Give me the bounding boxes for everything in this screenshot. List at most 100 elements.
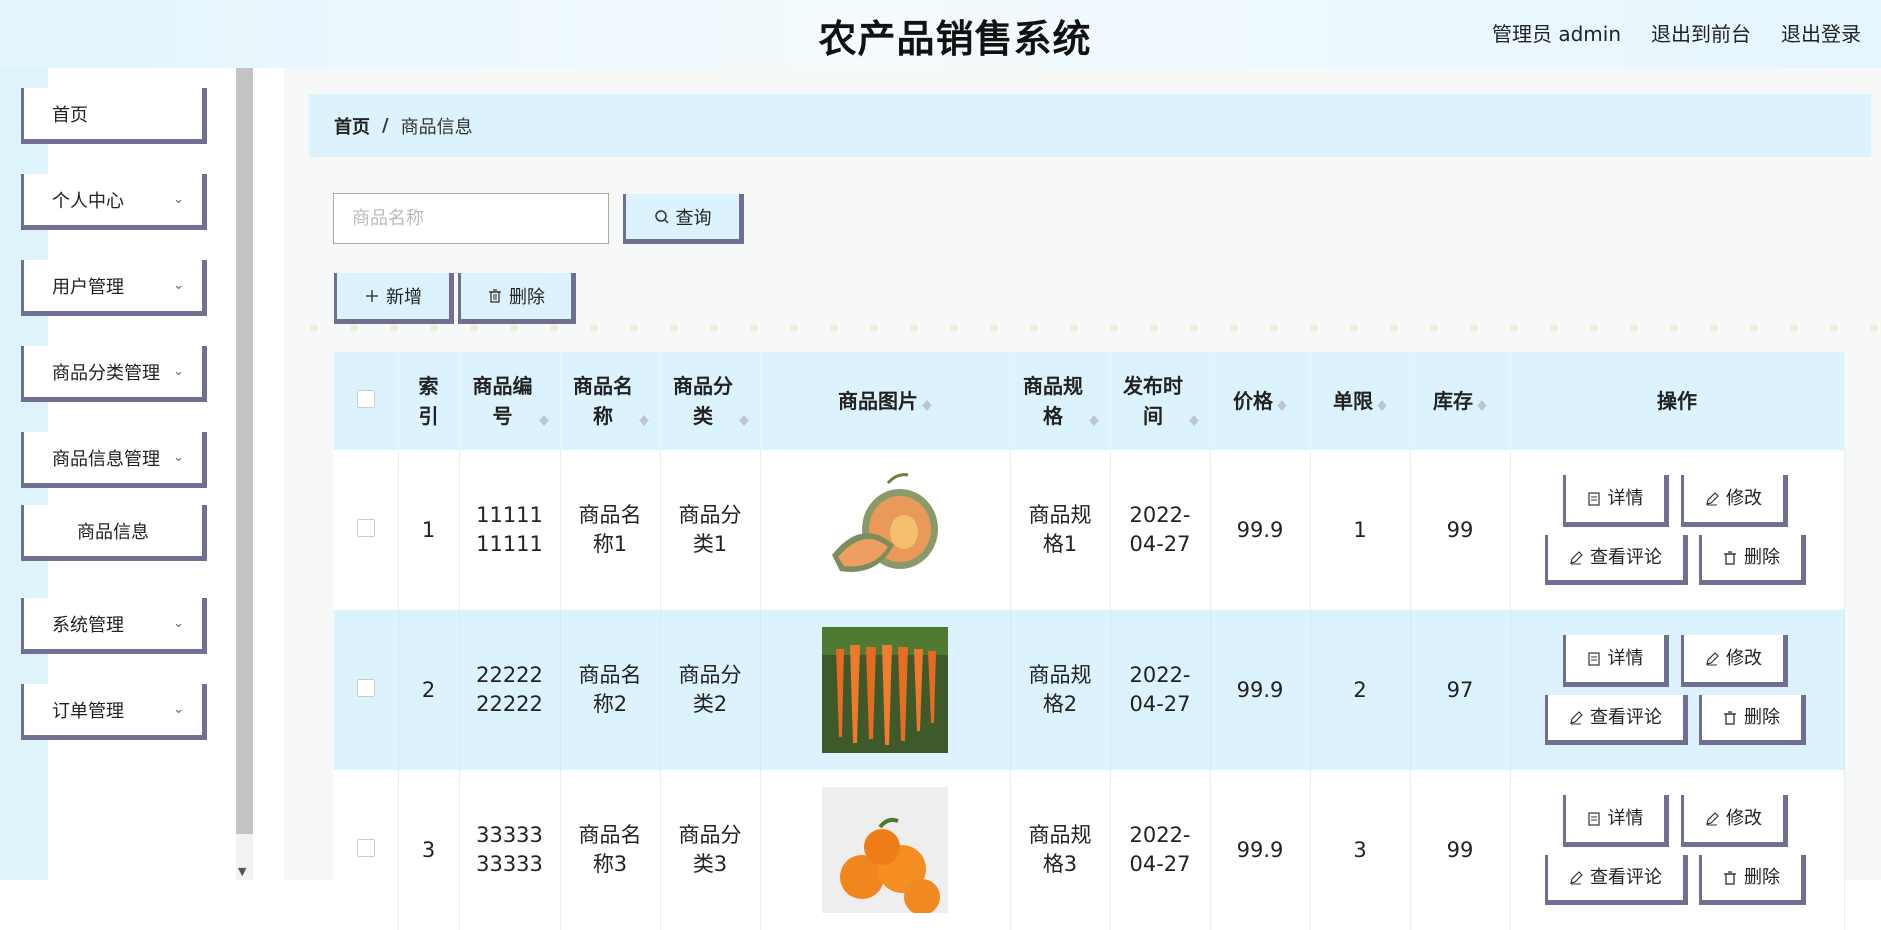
cell-index: 3: [398, 770, 460, 930]
back-to-front-link[interactable]: 退出到前台: [1651, 18, 1751, 47]
row-checkbox[interactable]: [356, 678, 375, 697]
cell-date: 2022-04-27: [1110, 450, 1211, 610]
select-all-cell[interactable]: [334, 352, 399, 450]
column-header-price[interactable]: 价格: [1210, 352, 1311, 450]
table-row: 3 3333333333 商品名称3 商品分类3 商品规格3 2022-04-2…: [334, 770, 1845, 930]
column-header-spec[interactable]: 商品规格: [1010, 352, 1111, 450]
admin-label[interactable]: 管理员 admin: [1492, 18, 1621, 47]
document-icon: [1587, 651, 1600, 666]
query-button-label: 查询: [675, 207, 712, 229]
pencil-icon: [1570, 710, 1583, 724]
cell-code: 1111111111: [459, 450, 561, 610]
table-row: 1 1111111111 商品名称1 商品分类1 商品规格1 2022-04-2…: [334, 450, 1845, 610]
cell-category: 商品分类2: [660, 610, 761, 770]
product-image-carrots[interactable]: [822, 627, 948, 753]
column-header-date[interactable]: 发布时间: [1110, 352, 1211, 450]
column-header-stock[interactable]: 库存: [1410, 352, 1511, 450]
row-select-cell[interactable]: [334, 610, 399, 770]
column-header-limit[interactable]: 单限: [1310, 352, 1411, 450]
pencil-icon: [1706, 811, 1719, 825]
column-header-ops: 操作: [1510, 352, 1845, 450]
sort-icon[interactable]: [739, 410, 749, 426]
product-table: 索引 商品编号 商品名称 商品分类 商品图片 商品规格 发布时间 价格 单限 库…: [334, 352, 1845, 930]
cell-image[interactable]: [760, 770, 1011, 930]
column-header-category[interactable]: 商品分类: [660, 352, 761, 450]
sidebar-scrollbar[interactable]: ▼: [236, 68, 253, 880]
cell-name: 商品名称2: [560, 610, 661, 770]
cell-ops: 详情 修改 查看评论 删除: [1510, 610, 1845, 770]
sidebar-item-label: 商品分类管理: [52, 362, 160, 384]
add-button-label: 新增: [386, 287, 422, 308]
chevron-down-icon: ⌄: [173, 364, 184, 379]
column-header-code[interactable]: 商品编号: [459, 352, 561, 450]
delete-button[interactable]: 删除: [1698, 855, 1806, 905]
sort-icon[interactable]: [1189, 410, 1199, 426]
sidebar-item-product-management[interactable]: 商品信息管理 ⌄: [21, 432, 207, 488]
cell-name: 商品名称1: [560, 450, 661, 610]
top-bar: 农产品销售系统 管理员 admin 退出到前台 退出登录: [0, 0, 1881, 68]
batch-delete-button-label: 删除: [509, 287, 545, 308]
product-image-melon[interactable]: [822, 467, 948, 593]
logout-link[interactable]: 退出登录: [1781, 18, 1861, 47]
sort-icon[interactable]: [1477, 395, 1487, 411]
delete-button[interactable]: 删除: [1698, 695, 1806, 745]
row-select-cell[interactable]: [334, 450, 399, 610]
pencil-icon: [1570, 550, 1583, 564]
row-checkbox[interactable]: [356, 518, 375, 537]
view-reviews-button[interactable]: 查看评论: [1544, 535, 1688, 585]
sidebar-item-home[interactable]: 首页: [21, 88, 207, 144]
sidebar-item-personal-center[interactable]: 个人中心 ⌄: [21, 174, 207, 230]
trash-icon: [1724, 550, 1736, 565]
sidebar-item-system-management[interactable]: 系统管理 ⌄: [21, 598, 207, 654]
add-button[interactable]: 新增: [334, 273, 454, 324]
cell-stock: 97: [1410, 610, 1511, 770]
cell-image[interactable]: [760, 450, 1011, 610]
cell-price: 99.9: [1210, 450, 1311, 610]
document-icon: [1587, 491, 1600, 506]
query-button[interactable]: 查询: [623, 194, 744, 244]
search-input[interactable]: [333, 193, 609, 244]
sort-icon[interactable]: [922, 395, 932, 411]
cell-image[interactable]: [760, 610, 1011, 770]
row-checkbox[interactable]: [356, 838, 375, 857]
trash-icon: [1724, 870, 1736, 885]
row-select-cell[interactable]: [334, 770, 399, 930]
sort-icon[interactable]: [1089, 410, 1099, 426]
cell-limit: 3: [1310, 770, 1411, 930]
cell-stock: 99: [1410, 770, 1511, 930]
sidebar-item-product-info[interactable]: 商品信息: [21, 505, 207, 561]
product-image-oranges[interactable]: [822, 787, 948, 913]
document-icon: [1587, 811, 1600, 826]
cell-limit: 2: [1310, 610, 1411, 770]
detail-button[interactable]: 详情: [1562, 475, 1669, 527]
view-reviews-button[interactable]: 查看评论: [1544, 855, 1688, 905]
sort-icon[interactable]: [1277, 395, 1287, 411]
breadcrumb-home[interactable]: 首页: [334, 113, 370, 139]
view-reviews-button[interactable]: 查看评论: [1544, 695, 1688, 745]
edit-button[interactable]: 修改: [1680, 475, 1788, 527]
edit-button[interactable]: 修改: [1680, 795, 1788, 847]
breadcrumb: 首页 / 商品信息: [309, 94, 1871, 157]
scrollbar-thumb[interactable]: [236, 68, 253, 834]
delete-button[interactable]: 删除: [1698, 535, 1806, 585]
detail-button[interactable]: 详情: [1562, 635, 1669, 687]
edit-button[interactable]: 修改: [1680, 635, 1788, 687]
cell-date: 2022-04-27: [1110, 610, 1211, 770]
column-header-name[interactable]: 商品名称: [560, 352, 661, 450]
column-header-image[interactable]: 商品图片: [760, 352, 1011, 450]
detail-button[interactable]: 详情: [1562, 795, 1669, 847]
cell-code: 2222222222: [459, 610, 561, 770]
sidebar-item-category-management[interactable]: 商品分类管理 ⌄: [21, 346, 207, 402]
sort-icon[interactable]: [1377, 395, 1387, 411]
table-header-row: 索引 商品编号 商品名称 商品分类 商品图片 商品规格 发布时间 价格 单限 库…: [334, 352, 1845, 450]
scroll-down-arrow-icon[interactable]: ▼: [238, 865, 246, 878]
sidebar-item-order-management[interactable]: 订单管理 ⌄: [21, 684, 207, 740]
batch-delete-button[interactable]: 删除: [458, 273, 576, 324]
select-all-checkbox[interactable]: [356, 390, 375, 408]
cell-index: 1: [398, 450, 460, 610]
table-row: 2 2222222222 商品名称2 商品分类2 商品规格2 2022-04-2…: [334, 610, 1845, 770]
cell-code: 3333333333: [459, 770, 561, 930]
sidebar-item-user-management[interactable]: 用户管理 ⌄: [21, 260, 207, 316]
sort-icon[interactable]: [538, 410, 549, 426]
sort-icon[interactable]: [639, 410, 649, 426]
